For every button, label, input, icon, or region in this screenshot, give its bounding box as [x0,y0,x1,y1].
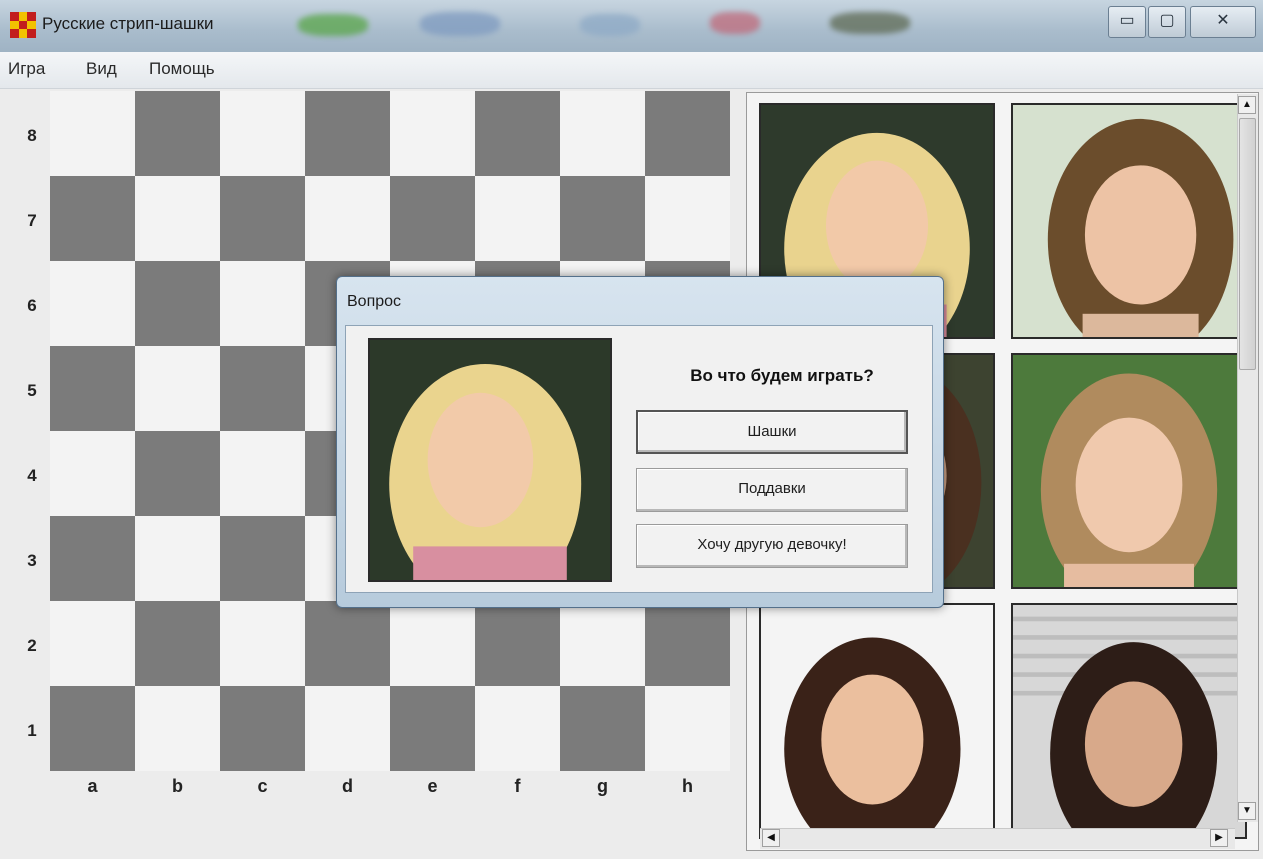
rank-label-3: 3 [27,551,37,570]
gallery-photo-2[interactable] [1011,103,1247,339]
rank-label-4: 4 [27,466,37,485]
square-e7[interactable] [390,176,475,261]
rank-label-5: 5 [27,381,37,400]
square-a7[interactable] [50,176,135,261]
gallery-photo-4[interactable] [1011,353,1247,589]
portrait-brunette-green [1013,105,1245,337]
square-f1 [475,686,560,771]
square-b2[interactable] [135,601,220,686]
file-label-h: h [682,776,693,796]
square-h2[interactable] [645,601,730,686]
file-label-a: a [87,776,98,796]
square-b6[interactable] [135,261,220,346]
square-a5[interactable] [50,346,135,431]
square-c8 [220,91,305,176]
dialog-title: Вопрос [347,293,402,310]
square-d7 [305,176,390,261]
scroll-down-icon[interactable]: ▼ [1238,802,1256,820]
square-a1[interactable] [50,686,135,771]
scroll-up-icon[interactable]: ▲ [1238,96,1256,114]
portrait-dark-hair-blinds [1013,605,1245,837]
rank-label-1: 1 [27,721,37,740]
square-b4[interactable] [135,431,220,516]
square-a3[interactable] [50,516,135,601]
question-dialog: Вопрос Во что будем играть? Шашки Поддав… [336,276,944,608]
horizontal-scrollbar[interactable] [760,828,1235,849]
title-bar: Русские стрип-шашки ▭ ▢ ✕ [0,0,1263,53]
file-label-e: e [427,776,438,796]
rank-label-6: 6 [27,296,37,315]
square-g8 [560,91,645,176]
square-a8 [50,91,135,176]
portrait-dark-hair-smile [761,605,993,837]
menu-game[interactable]: Игра [8,59,45,79]
window-title: Русские стрип-шашки [42,14,214,33]
vertical-scroll-thumb[interactable] [1239,118,1256,370]
file-label-g: g [597,776,608,796]
titlebar-decoration [830,12,910,34]
square-h1 [645,686,730,771]
square-f8[interactable] [475,91,560,176]
portrait-light-brown [1013,355,1245,587]
square-b8[interactable] [135,91,220,176]
titlebar-decoration [710,12,760,34]
menu-bar: Игра Вид Помощь [0,52,1263,89]
dialog-body: Во что будем играть? Шашки Поддавки Хочу… [345,325,933,593]
titlebar-decoration [580,14,640,36]
gallery-photo-6[interactable] [1011,603,1247,839]
file-label-f: f [514,776,521,796]
rank-label-7: 7 [27,211,37,230]
square-c2 [220,601,305,686]
square-d1 [305,686,390,771]
titlebar-decoration [420,12,500,36]
menu-help[interactable]: Помощь [149,59,215,79]
menu-view[interactable]: Вид [86,59,117,79]
square-h8[interactable] [645,91,730,176]
rank-label-8: 8 [27,126,37,145]
square-f2[interactable] [475,601,560,686]
checkers-app-icon [10,12,36,38]
square-d2[interactable] [305,601,390,686]
square-e2 [390,601,475,686]
square-g2 [560,601,645,686]
square-a2 [50,601,135,686]
square-c3[interactable] [220,516,305,601]
file-label-c: c [257,776,268,796]
scroll-right-icon[interactable]: ▶ [1210,829,1228,847]
portrait-blonde [370,340,610,580]
dialog-opponent-photo [368,338,612,582]
titlebar-decoration [298,14,368,36]
square-c1[interactable] [220,686,305,771]
minimize-button[interactable]: ▭ [1108,6,1146,38]
gallery-photo-5[interactable] [759,603,995,839]
square-g7[interactable] [560,176,645,261]
file-label-b: b [172,776,183,796]
square-h7 [645,176,730,261]
close-button[interactable]: ✕ [1190,6,1256,38]
square-c6 [220,261,305,346]
square-b3 [135,516,220,601]
square-f7 [475,176,560,261]
square-d8[interactable] [305,91,390,176]
square-a4 [50,431,135,516]
maximize-button[interactable]: ▢ [1148,6,1186,38]
square-b1 [135,686,220,771]
file-label-d: d [342,776,353,796]
square-e8 [390,91,475,176]
square-e1[interactable] [390,686,475,771]
square-a6 [50,261,135,346]
square-c4 [220,431,305,516]
dialog-question: Во что будем играть? [690,366,874,385]
square-g1[interactable] [560,686,645,771]
checkers-button[interactable]: Шашки [636,410,908,454]
scroll-left-icon[interactable]: ◀ [762,829,780,847]
square-b5 [135,346,220,431]
giveaway-button[interactable]: Поддавки [636,468,908,512]
square-b7 [135,176,220,261]
another-girl-button[interactable]: Хочу другую девочку! [636,524,908,568]
square-c7[interactable] [220,176,305,261]
square-c5[interactable] [220,346,305,431]
rank-label-2: 2 [27,636,37,655]
